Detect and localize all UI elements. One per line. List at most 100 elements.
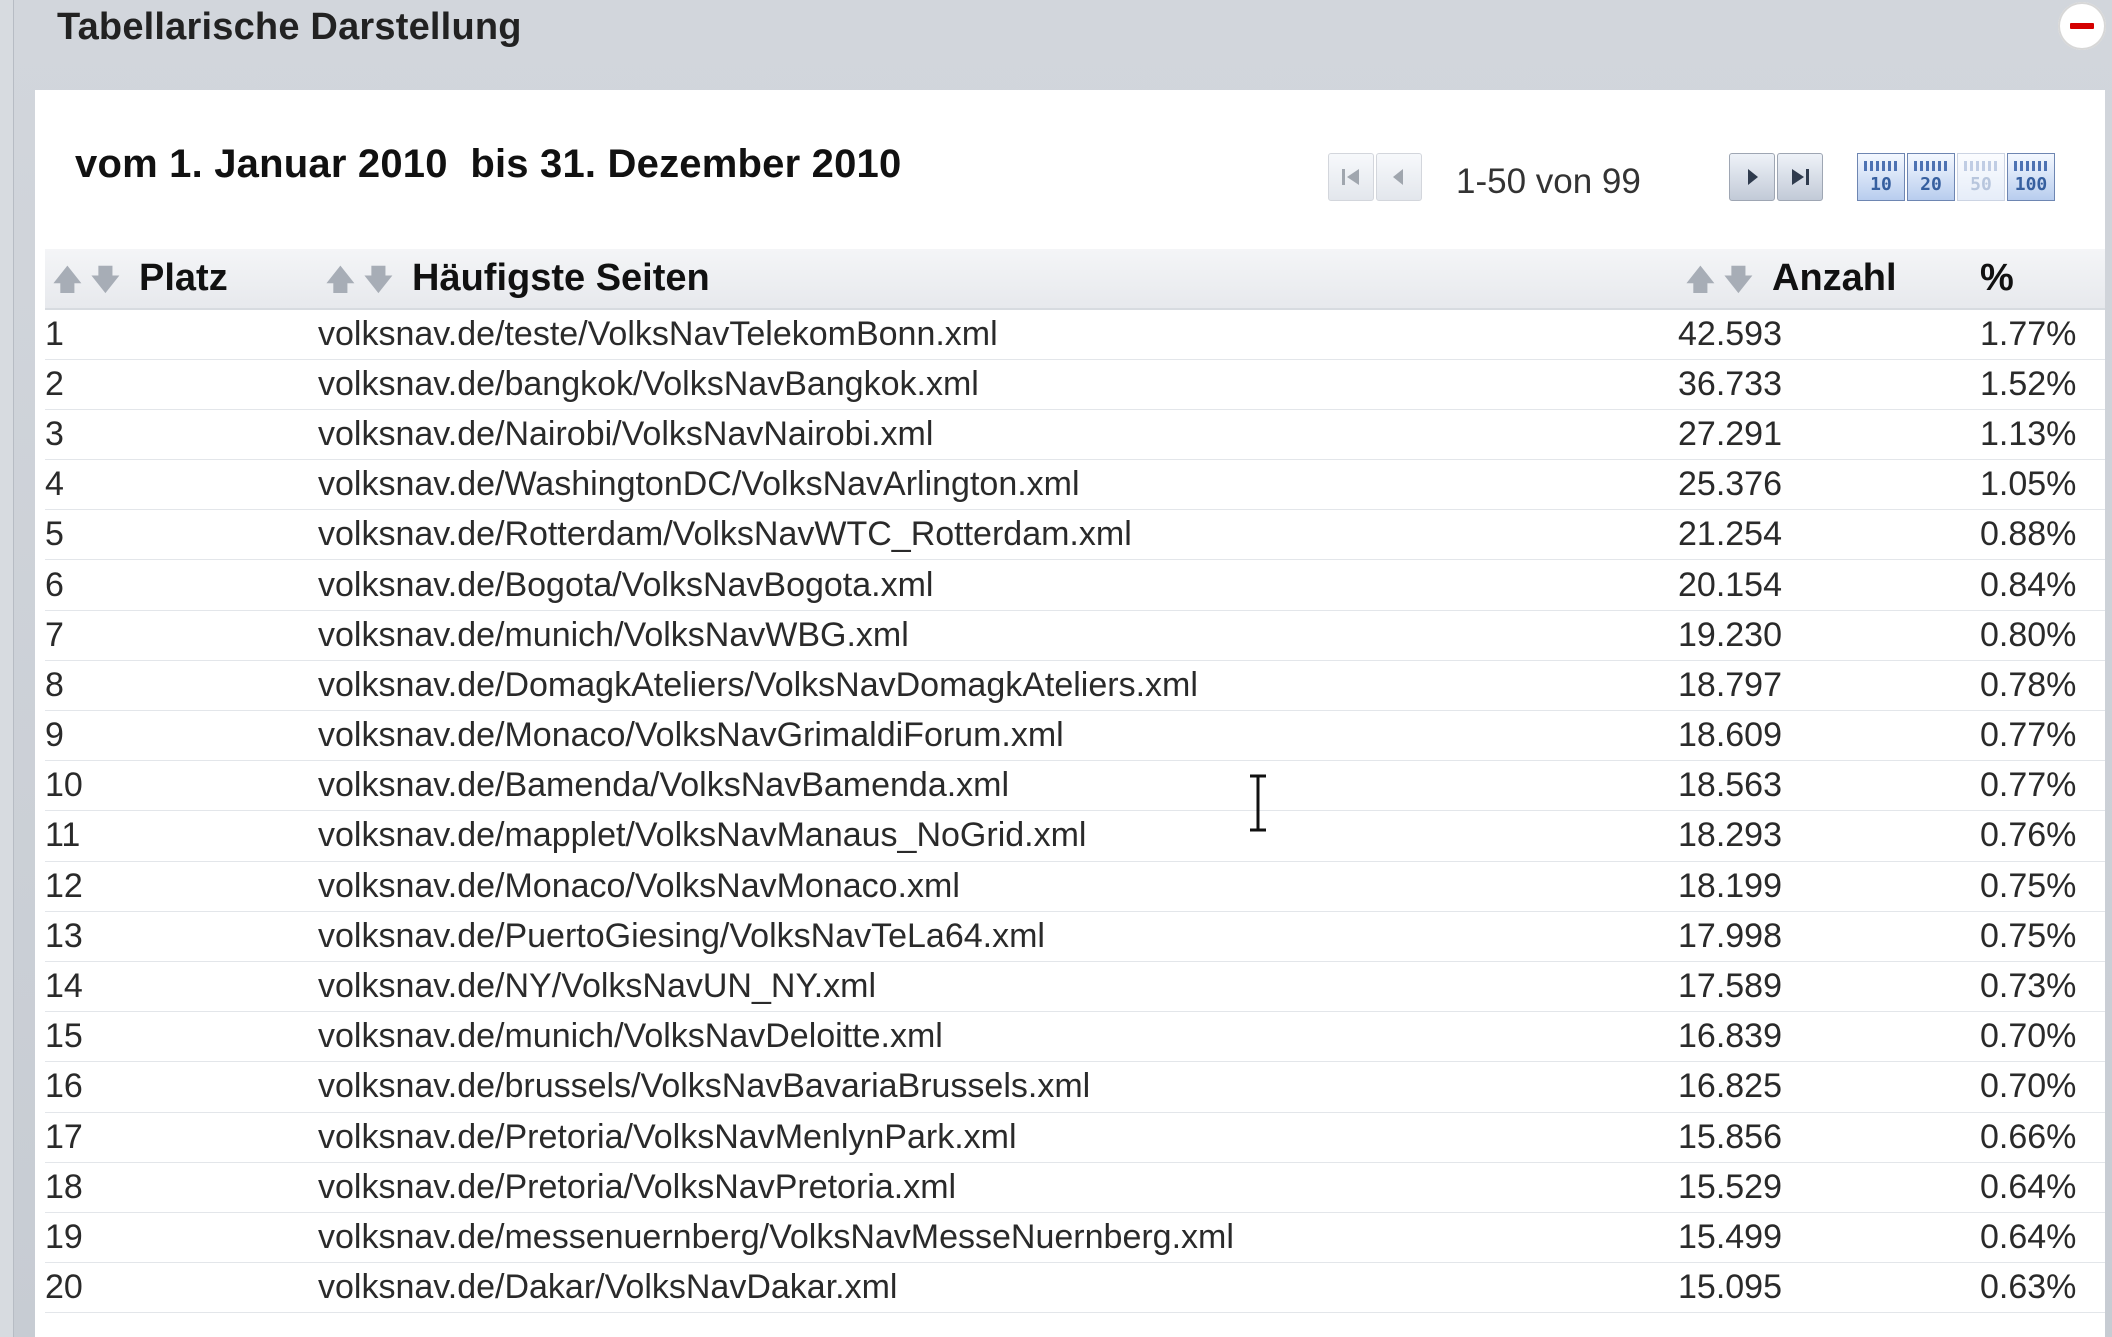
row-rank: 4: [45, 459, 318, 511]
table-row: 2 volksnav.de/bangkok/VolksNavBangkok.xml…: [45, 359, 2105, 410]
row-page: volksnav.de/PuertoGiesing/VolksNavTeLa64…: [318, 911, 1678, 962]
row-percent: 1.05%: [1980, 459, 2105, 511]
header-percent: %: [1980, 249, 2105, 310]
row-rank: 14: [45, 961, 318, 1013]
row-rank: 12: [45, 861, 318, 912]
row-rank: 1: [45, 309, 318, 360]
row-count: 15.529: [1678, 1162, 1980, 1213]
minus-circle-icon[interactable]: [2058, 2, 2106, 50]
sort-down-icon[interactable]: 🡇: [1724, 265, 1753, 294]
pagination-forward-group: [1729, 153, 1825, 201]
row-count: 42.593: [1678, 309, 1980, 360]
row-count: 18.563: [1678, 760, 1980, 812]
row-percent: 0.70%: [1980, 1011, 2105, 1063]
row-page: volksnav.de/mapplet/VolksNavManaus_NoGri…: [318, 810, 1678, 862]
row-rank: 9: [45, 710, 318, 762]
table-row: 8 volksnav.de/DomagkAteliers/VolksNavDoma…: [45, 660, 2105, 712]
row-page: volksnav.de/munich/VolksNavDeloitte.xml: [318, 1011, 1678, 1063]
page-size-10-button[interactable]: 10: [1857, 153, 1905, 201]
text-cursor-icon: [1250, 774, 1266, 832]
count-sort-controls: 🡅 🡇: [1686, 265, 1753, 294]
row-rank: 3: [45, 409, 318, 461]
row-page: volksnav.de/Dakar/VolksNavDakar.xml: [318, 1262, 1678, 1314]
row-percent: 0.88%: [1980, 509, 2105, 561]
row-page: volksnav.de/DomagkAteliers/VolksNavDomag…: [318, 660, 1678, 712]
table-row: 13 volksnav.de/PuertoGiesing/VolksNavTeLa…: [45, 911, 2105, 962]
row-rank: 8: [45, 660, 318, 712]
page-size-50-button[interactable]: 50: [1957, 153, 2005, 201]
row-page: volksnav.de/Rotterdam/VolksNavWTC_Rotter…: [318, 509, 1678, 561]
table-row: 1 volksnav.de/teste/VolksNavTelekomBonn.x…: [45, 309, 2105, 360]
row-percent: 0.75%: [1980, 911, 2105, 962]
row-page: volksnav.de/messenuernberg/VolksNavMesse…: [318, 1212, 1678, 1264]
row-page: volksnav.de/Monaco/VolksNavMonaco.xml: [318, 861, 1678, 912]
table-row: 10 volksnav.de/Bamenda/VolksNavBamenda.xm…: [45, 760, 2105, 812]
row-count: 25.376: [1678, 459, 1980, 511]
row-percent: 0.84%: [1980, 559, 2105, 611]
row-count: 15.856: [1678, 1112, 1980, 1163]
row-rank: 16: [45, 1061, 318, 1113]
table-row: 15 volksnav.de/munich/VolksNavDeloitte.xm…: [45, 1011, 2105, 1063]
row-count: 18.609: [1678, 710, 1980, 762]
sort-down-icon[interactable]: 🡇: [91, 265, 120, 294]
row-page: volksnav.de/Bogota/VolksNavBogota.xml: [318, 559, 1678, 611]
row-page: volksnav.de/Monaco/VolksNavGrimaldiForum…: [318, 710, 1678, 762]
sort-down-icon[interactable]: 🡇: [364, 265, 393, 294]
table-row: 9 volksnav.de/Monaco/VolksNavGrimaldiForu…: [45, 710, 2105, 762]
table-row: 4 volksnav.de/WashingtonDC/VolksNavArling…: [45, 459, 2105, 511]
row-rank: 15: [45, 1011, 318, 1063]
pagination-back-group: [1328, 153, 1424, 201]
table-row: 20 volksnav.de/Dakar/VolksNavDakar.xml 15.…: [45, 1262, 2105, 1314]
row-percent: 0.77%: [1980, 760, 2105, 812]
row-count: 16.839: [1678, 1011, 1980, 1063]
row-page: volksnav.de/NY/VolksNavUN_NY.xml: [318, 961, 1678, 1013]
next-page-icon[interactable]: [1729, 153, 1775, 201]
table-panel: Tabellarische Darstellung vom 1. Januar …: [13, 0, 2112, 1337]
table-row: 3 volksnav.de/Nairobi/VolksNavNairobi.xml…: [45, 409, 2105, 461]
row-count: 17.998: [1678, 911, 1980, 962]
header-count: 🡅 🡇 Anzahl: [1678, 249, 1980, 310]
row-percent: 1.77%: [1980, 309, 2105, 360]
previous-page-icon[interactable]: [1376, 153, 1422, 201]
row-page: volksnav.de/munich/VolksNavWBG.xml: [318, 610, 1678, 661]
row-percent: 0.80%: [1980, 610, 2105, 661]
row-page: volksnav.de/Pretoria/VolksNavPretoria.xm…: [318, 1162, 1678, 1213]
row-count: 19.230: [1678, 610, 1980, 661]
page-size-20-button[interactable]: 20: [1907, 153, 1955, 201]
panel-title: Tabellarische Darstellung: [57, 6, 522, 48]
table-row: 17 volksnav.de/Pretoria/VolksNavMenlynPar…: [45, 1112, 2105, 1163]
table-header-row: 🡅 🡇 Platz 🡅 🡇 Häufigste Seiten 🡅 🡇 Anzah…: [45, 249, 2105, 310]
row-percent: 0.77%: [1980, 710, 2105, 762]
row-count: 20.154: [1678, 559, 1980, 611]
rank-sort-controls: 🡅 🡇: [53, 265, 120, 294]
row-count: 16.825: [1678, 1061, 1980, 1113]
row-rank: 20: [45, 1262, 318, 1314]
row-count: 17.589: [1678, 961, 1980, 1013]
row-percent: 0.73%: [1980, 961, 2105, 1013]
table-row: 12 volksnav.de/Monaco/VolksNavMonaco.xml 1…: [45, 861, 2105, 912]
row-rank: 7: [45, 610, 318, 661]
row-rank: 10: [45, 760, 318, 812]
sort-up-icon[interactable]: 🡅: [53, 265, 82, 294]
sort-up-icon[interactable]: 🡅: [326, 265, 355, 294]
page-size-100-button[interactable]: 100: [2007, 153, 2055, 201]
row-rank: 2: [45, 359, 318, 410]
row-percent: 0.64%: [1980, 1162, 2105, 1213]
row-rank: 11: [45, 810, 318, 862]
first-page-icon[interactable]: [1328, 153, 1374, 201]
last-page-icon[interactable]: [1777, 153, 1823, 201]
header-page: 🡅 🡇 Häufigste Seiten: [318, 249, 1678, 310]
row-count: 18.199: [1678, 861, 1980, 912]
row-count: 15.095: [1678, 1262, 1980, 1314]
row-page: volksnav.de/brussels/VolksNavBavariaBrus…: [318, 1061, 1678, 1113]
row-count: 15.499: [1678, 1212, 1980, 1264]
table-row: 7 volksnav.de/munich/VolksNavWBG.xml 19.23…: [45, 610, 2105, 661]
sort-up-icon[interactable]: 🡅: [1686, 265, 1715, 294]
row-rank: 5: [45, 509, 318, 561]
row-percent: 0.75%: [1980, 861, 2105, 912]
row-rank: 17: [45, 1112, 318, 1163]
header-rank-label: Platz: [139, 257, 228, 299]
date-range: vom 1. Januar 2010 bis 31. Dezember 2010: [75, 142, 902, 186]
table-row: 6 volksnav.de/Bogota/VolksNavBogota.xml 20…: [45, 559, 2105, 611]
row-percent: 0.76%: [1980, 810, 2105, 862]
